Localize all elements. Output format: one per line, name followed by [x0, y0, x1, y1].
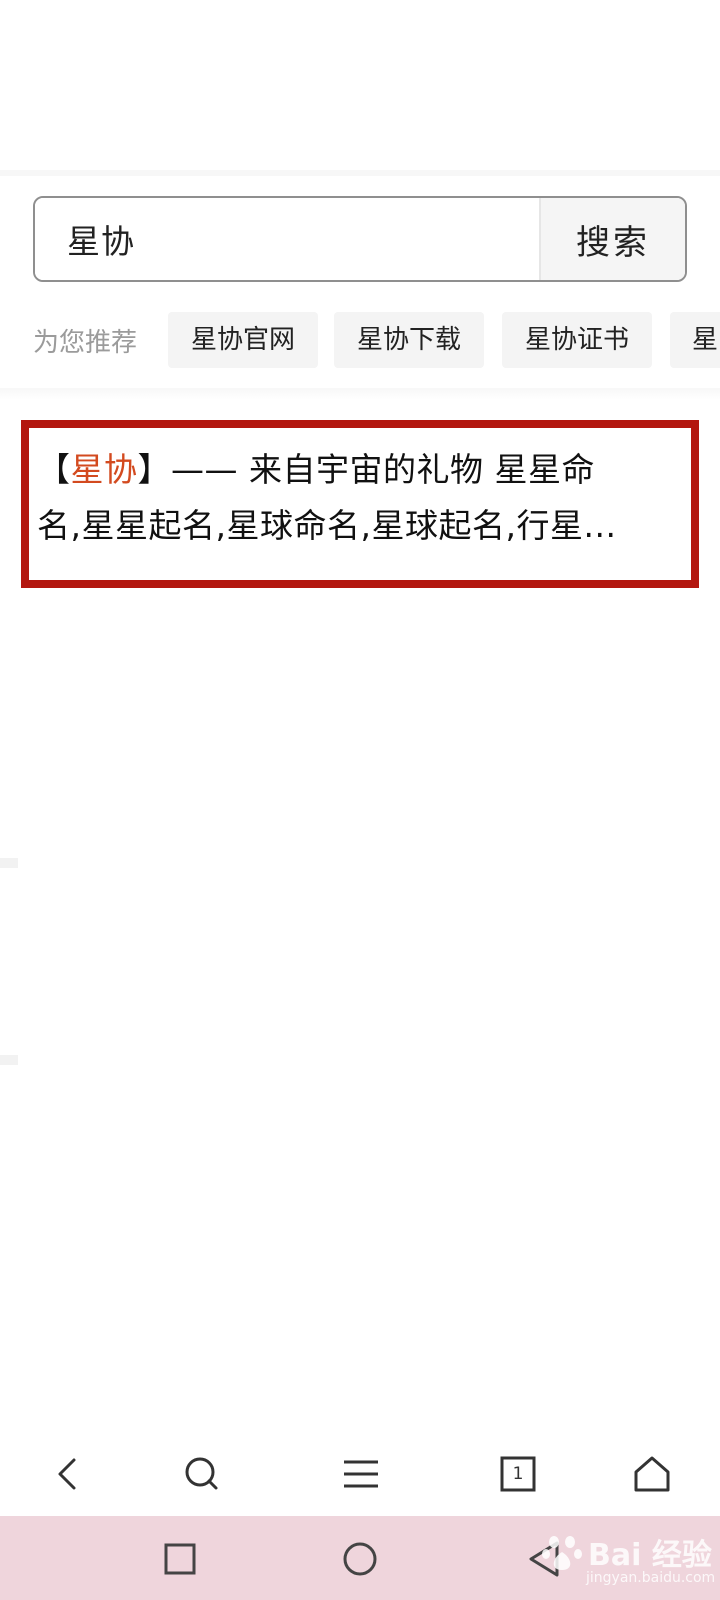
search-button[interactable]: 搜索 — [539, 198, 685, 280]
result-title-line-2: 名,星星起名,星球命名,星球起名,行星... — [37, 506, 617, 545]
watermark-url: jingyan.baidu.com — [586, 1570, 716, 1586]
chevron-left-icon — [58, 1458, 76, 1490]
suggestion-chip[interactable]: 星 — [670, 312, 720, 368]
suggestion-row: 为您推荐 星协官网 星协下载 星协证书 星 — [0, 310, 720, 370]
tabs-button[interactable]: 1 — [488, 1444, 548, 1504]
watermark-brand: Bai 经验 — [588, 1538, 712, 1573]
search-icon — [185, 1457, 218, 1490]
suggestion-chip[interactable]: 星协下载 — [334, 312, 484, 368]
recent-apps-button[interactable] — [155, 1534, 205, 1584]
back-button[interactable] — [38, 1444, 98, 1504]
divider — [0, 388, 720, 400]
suggestion-label: 为您推荐 — [33, 328, 138, 358]
paw-logo-icon — [542, 1536, 582, 1570]
divider — [0, 170, 720, 176]
browser-toolbar: 1 — [0, 1430, 720, 1518]
search-bar: 搜索 — [33, 196, 687, 282]
home-button[interactable] — [622, 1444, 682, 1504]
search-result-title-link[interactable]: 【星协】—— 来自宇宙的礼物 星星命 名,星星起名,星球命名,星球起名,行星..… — [37, 442, 687, 554]
suggestion-chip[interactable]: 星协官网 — [168, 312, 318, 368]
result-bracket: 【 — [37, 450, 71, 489]
result-keyword-highlight: 星协 — [70, 450, 138, 489]
system-navigation-bar: Bai 经验 jingyan.baidu.com — [0, 1516, 720, 1600]
circle-icon — [343, 1542, 377, 1576]
suggestion-chip[interactable]: 星协证书 — [502, 312, 652, 368]
result-title-text: 】—— 来自宇宙的礼物 星星命 — [137, 450, 595, 489]
search-input[interactable] — [35, 198, 539, 280]
blank-header-area — [0, 0, 720, 172]
menu-icon — [344, 1460, 378, 1488]
edge-mark — [0, 858, 18, 868]
result-title-line-1: 【星协】—— 来自宇宙的礼物 星星命 — [37, 442, 687, 498]
system-home-button[interactable] — [335, 1534, 385, 1584]
home-icon — [634, 1456, 670, 1492]
menu-button[interactable] — [331, 1444, 391, 1504]
search-toolbar-button[interactable] — [172, 1444, 232, 1504]
baidu-jingyan-watermark: Bai 经验 jingyan.baidu.com — [540, 1526, 715, 1594]
square-icon — [164, 1543, 196, 1575]
tab-count: 1 — [512, 1464, 524, 1484]
browser-page: 搜索 为您推荐 星协官网 星协下载 星协证书 星 【星协】—— 来自宇宙的礼物 … — [0, 0, 720, 1600]
edge-mark — [0, 1055, 18, 1065]
result-highlight-frame: 【星协】—— 来自宇宙的礼物 星星命 名,星星起名,星球命名,星球起名,行星..… — [21, 420, 699, 588]
